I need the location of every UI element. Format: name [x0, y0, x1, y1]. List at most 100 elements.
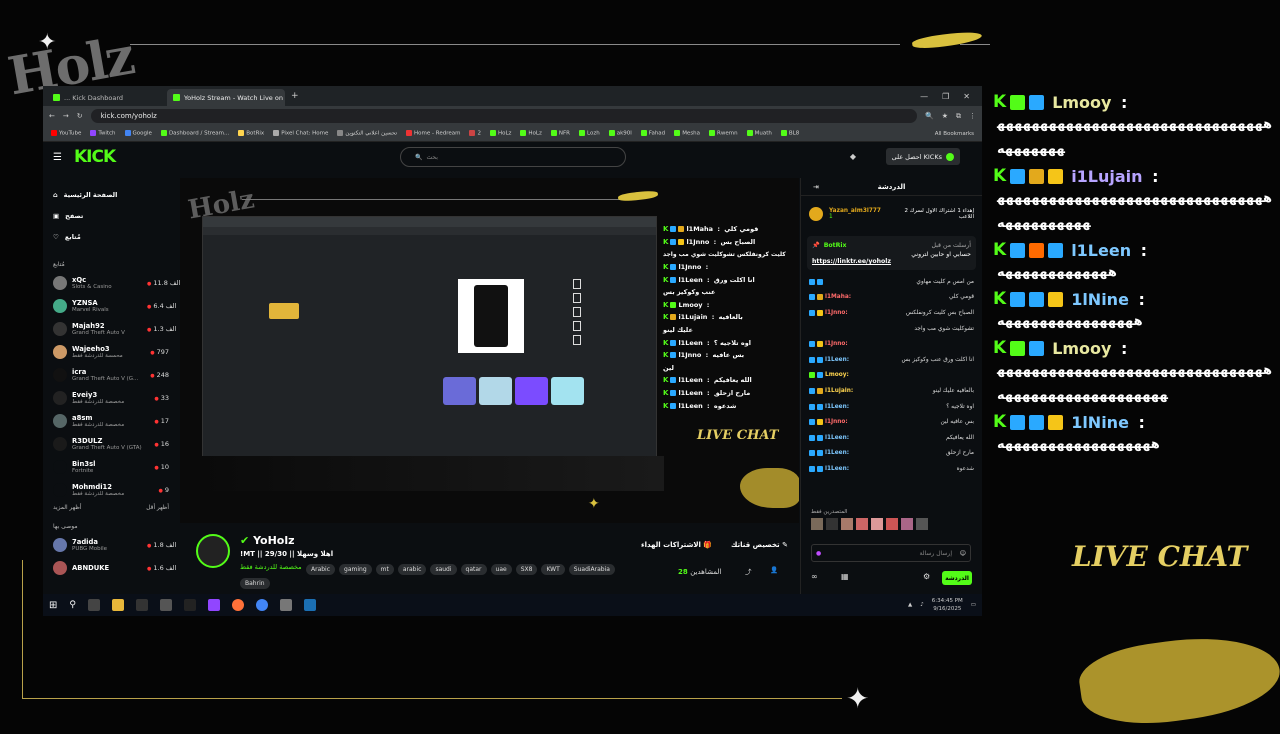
taskbar-app-icon[interactable]: [135, 599, 148, 611]
pinned-link[interactable]: https://linktr.ee/yoholz: [812, 258, 971, 265]
menu-icon[interactable]: ⋮: [969, 112, 976, 120]
followed-channel[interactable]: icraGrand Theft Auto V (G...248: [43, 363, 179, 386]
collapse-chat-icon[interactable]: ⇥: [813, 183, 819, 191]
taskbar-app-icon[interactable]: [279, 599, 292, 611]
channel-name[interactable]: ✔ YoHolz: [240, 534, 295, 547]
extensions-icon[interactable]: ⧉: [956, 112, 961, 121]
tag[interactable]: qatar: [460, 564, 487, 575]
channel-avatar[interactable]: [196, 534, 230, 568]
bookmark-item[interactable]: Google: [124, 130, 152, 137]
steam-icon[interactable]: [303, 599, 316, 611]
kick-icon[interactable]: ◆: [850, 152, 856, 161]
bookmark-item[interactable]: Muath: [746, 130, 772, 137]
recommended-channel[interactable]: 7adidaPUBG Mobile1.8 الف: [43, 533, 179, 556]
windows-start-icon[interactable]: ⊞: [49, 600, 57, 611]
chrome-icon[interactable]: [255, 599, 268, 611]
bookmark-item[interactable]: NFR: [550, 130, 570, 137]
tag[interactable]: Arabic: [306, 564, 336, 575]
tag[interactable]: gaming: [339, 564, 372, 575]
tab-kick-dashboard[interactable]: ... Kick Dashboard: [47, 89, 165, 106]
bookmark-item[interactable]: HoLz: [520, 130, 542, 137]
tag[interactable]: SX8: [515, 564, 538, 575]
kick-logo[interactable]: KICK: [74, 147, 116, 167]
get-kicks-button[interactable]: احصل على KICKs: [885, 148, 960, 165]
bookmark-item[interactable]: BotRix: [238, 130, 264, 137]
followed-channel[interactable]: Mohmdi12مخصصة للدردشة فقط9: [43, 478, 179, 501]
taskbar-app-icon[interactable]: [183, 599, 196, 611]
wifi-icon[interactable]: ▲: [908, 602, 912, 608]
volume-icon[interactable]: ♪: [920, 602, 924, 608]
tag[interactable]: SuadiArabia: [568, 564, 615, 575]
chat-input[interactable]: إرسال رسالة ☺ ●: [811, 544, 971, 562]
gear-icon[interactable]: ⚙: [923, 572, 930, 581]
bookmark-item[interactable]: YouTube: [51, 130, 81, 137]
bookmark-item[interactable]: Pixel Chat: Home: [273, 130, 328, 137]
followed-channel[interactable]: R3DULZGrand Theft Auto V (GTA)16: [43, 432, 179, 455]
tag[interactable]: Bahrin: [240, 578, 270, 589]
chat-settings-icon[interactable]: ∞: [811, 572, 818, 581]
bookmark-item[interactable]: Dashboard / Stream...: [160, 130, 229, 137]
taskbar-app-icon[interactable]: [159, 599, 172, 611]
bookmark-item[interactable]: HoLz: [489, 130, 511, 137]
sidebar-item-following[interactable]: ♡ مُتابع: [53, 226, 169, 247]
search-icon[interactable]: ⚲: [69, 600, 76, 610]
followed-channel[interactable]: xQcSlots & Casino11.8 الف: [43, 271, 180, 294]
bookmark-item[interactable]: Lozh: [578, 130, 600, 137]
mic-icon[interactable]: ●: [816, 550, 821, 557]
gift-subscriptions-button[interactable]: الاشتراكات الهداء 🎁: [635, 538, 718, 552]
emoji-icon[interactable]: ☺: [960, 550, 966, 557]
stream-category[interactable]: مخصصة للدردشة فقط: [240, 563, 302, 571]
show-less-button[interactable]: أظهر أقل: [146, 505, 169, 511]
reload-icon[interactable]: ↻: [77, 112, 83, 120]
tab-yoholz-stream[interactable]: YoHolz Stream - Watch Live on Kick: [167, 89, 285, 106]
overlay-chat-message: K Lmooy : ههههههههههههههههههههههههههههههه…: [993, 338, 1273, 403]
customize-channel-button[interactable]: تخصيص قناتك ✎: [725, 538, 794, 552]
followed-channel[interactable]: YZNSAMarvel Rivals6.4 الف: [43, 294, 179, 317]
show-more-button[interactable]: أظهر المزيد: [53, 505, 82, 511]
add-user-icon[interactable]: 👤: [770, 566, 778, 574]
video-player[interactable]: Holz Kl1Maha : قومي كلي Kl1Jnno : الصباح…: [180, 178, 799, 523]
recommended-channel[interactable]: ABNDUKE1.6 الف: [43, 556, 179, 579]
followed-channel[interactable]: Wajeeho3محمسة للدردشة فقط797: [43, 340, 179, 363]
firefox-icon[interactable]: [231, 599, 244, 611]
taskbar-app-icon[interactable]: [87, 599, 100, 611]
file-explorer-icon[interactable]: [111, 599, 124, 611]
all-bookmarks[interactable]: All Bookmarks: [935, 131, 974, 137]
tag[interactable]: saudi: [430, 564, 457, 575]
search-input[interactable]: 🔍 بحث: [400, 147, 626, 167]
bookmark-star-icon[interactable]: ★: [942, 112, 948, 120]
close-window-button[interactable]: ✕: [963, 92, 970, 101]
followed-channel[interactable]: Majah92Grand Theft Auto V1.3 الف: [43, 317, 179, 340]
followed-channel[interactable]: Bin3slFortnite10: [43, 455, 179, 478]
zoom-icon[interactable]: 🔍: [925, 112, 934, 120]
forward-icon[interactable]: →: [63, 112, 69, 120]
minimize-button[interactable]: —: [920, 92, 928, 101]
notification-icon[interactable]: ▭: [971, 602, 976, 608]
bookmark-item[interactable]: تحسين اعلاني التكتوين: [337, 130, 397, 137]
bookmark-item[interactable]: Home - Redream: [406, 130, 460, 137]
bookmark-item[interactable]: Fahad: [640, 130, 665, 137]
sidebar-item-home[interactable]: ⌂ الصفحة الرئيسية: [53, 184, 169, 205]
followed-channel[interactable]: Eveiy3مخصصة للدردشة فقط33: [43, 386, 179, 409]
bookmark-item[interactable]: Twitch: [90, 130, 116, 137]
bookmark-item[interactable]: ak90l: [608, 130, 632, 137]
sidebar-item-browse[interactable]: ▣ تصفح: [53, 205, 169, 226]
taskbar-app-icon[interactable]: [207, 599, 220, 611]
hamburger-menu-icon[interactable]: ☰: [53, 152, 62, 163]
bookmark-item[interactable]: Mesha: [674, 130, 700, 137]
chat-send-button[interactable]: الدردشة: [942, 571, 972, 585]
tag[interactable]: KWT: [541, 564, 565, 575]
tag[interactable]: mt: [375, 564, 394, 575]
tag[interactable]: arabic: [397, 564, 427, 575]
url-input[interactable]: kick.com/yoholz: [90, 109, 917, 123]
maximize-button[interactable]: ❐: [942, 92, 949, 101]
bookmark-item[interactable]: Rwemn: [709, 130, 738, 137]
tag[interactable]: uae: [490, 564, 512, 575]
gift-sub-icon[interactable]: ▦: [841, 572, 849, 581]
bookmark-item[interactable]: 2: [469, 130, 481, 137]
new-tab-button[interactable]: +: [287, 91, 303, 101]
bookmark-item[interactable]: BL8: [780, 130, 799, 137]
followed-channel[interactable]: a8smمخصصة للدردشة فقط17: [43, 409, 179, 432]
share-icon[interactable]: ⤴: [745, 566, 752, 576]
back-icon[interactable]: ←: [49, 112, 55, 120]
